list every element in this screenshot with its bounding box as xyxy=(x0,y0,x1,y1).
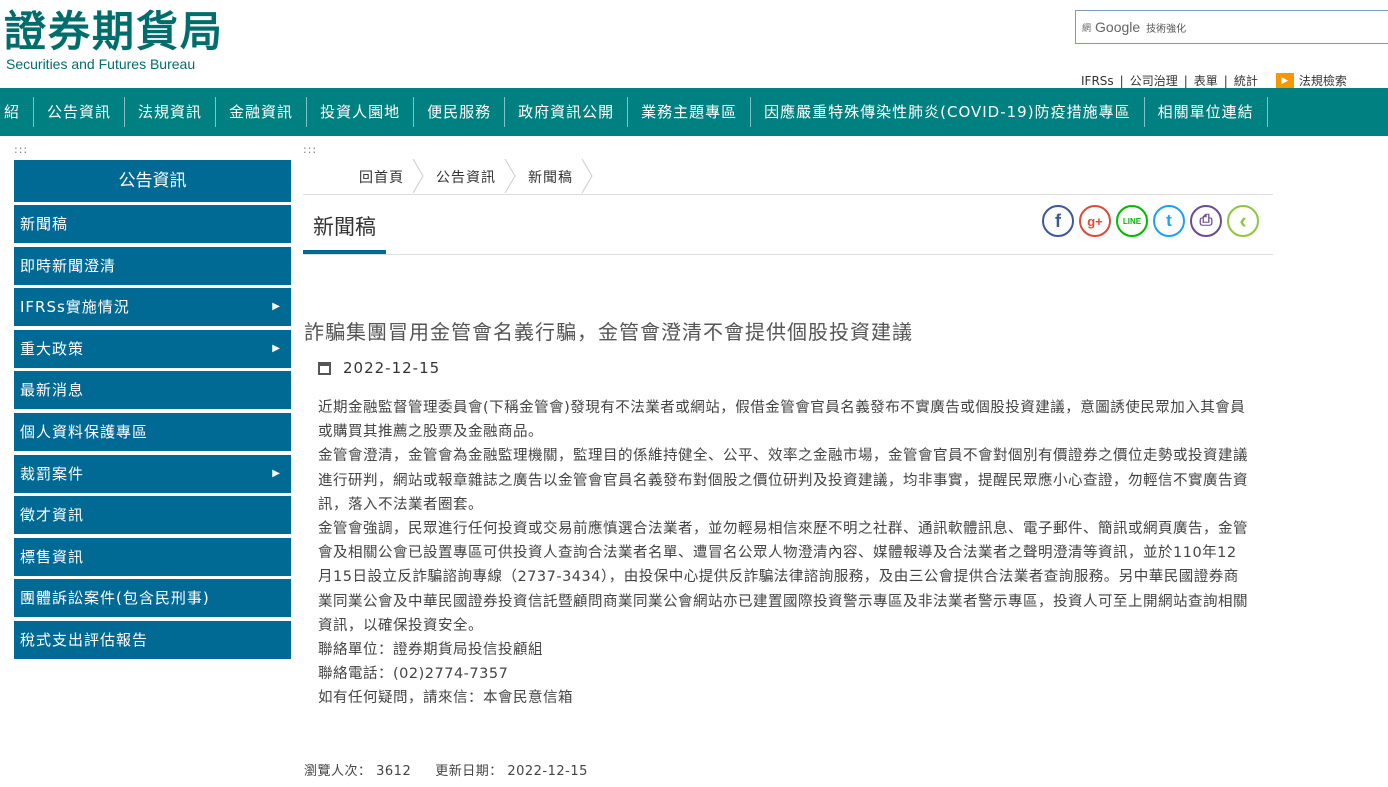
article-title: 詐騙集團冒用金管會名義行騙，金管會澄清不會提供個股投資建議 xyxy=(304,320,913,344)
sidebar-item-sanctions[interactable]: 裁罰案件 ▶ xyxy=(14,454,291,493)
article-paragraph: 金管會強調，民眾進行任何投資或交易前應慎選合法業者，並勿輕易相信來歷不明之社群、… xyxy=(318,521,1248,634)
toplink-corporate-governance[interactable]: 公司治理 xyxy=(1124,72,1184,89)
sidebar-item-label: IFRSs實施情況 xyxy=(20,298,130,317)
site-logo-english[interactable]: Securities and Futures Bureau xyxy=(6,56,195,72)
sidebar-item-latest-news[interactable]: 最新消息 xyxy=(14,371,291,410)
page-title: 新聞稿 xyxy=(303,212,386,254)
article-date-row: 2022-12-15 xyxy=(318,359,440,377)
sidebar-item-major-policy[interactable]: 重大政策 ▶ xyxy=(14,329,291,368)
nav-item-intro[interactable]: 紹 xyxy=(0,97,35,127)
contact-unit: 聯絡單位：證券期貨局投信投顧組 xyxy=(318,642,543,659)
update-date: 更新日期： 2022-12-15 xyxy=(435,764,588,779)
sidebar-item-label: 徵才資訊 xyxy=(20,506,85,525)
article-paragraph: 近期金融監督管理委員會(下稱金管會)發現有不法業者或網站，假借金管會官員名義發布… xyxy=(318,400,1246,441)
sidebar-menu: 新聞稿 即時新聞澄清 IFRSs實施情況 ▶ 重大政策 ▶ 最新消息 個人資料保護專… xyxy=(14,205,291,663)
law-search-label: 法規檢索 xyxy=(1298,74,1347,88)
google-brand: Google xyxy=(1095,19,1141,35)
print-icon[interactable]: ⎙ xyxy=(1190,205,1222,237)
sidebar-heading: 公告資訊 xyxy=(14,160,291,202)
sidebar-item-label: 個人資料保護專區 xyxy=(20,422,149,441)
sidebar-item-tax-report[interactable]: 稅式支出評估報告 xyxy=(14,620,291,659)
sidebar-item-recruitment[interactable]: 徵才資訊 xyxy=(14,496,291,535)
facebook-icon[interactable]: f xyxy=(1042,205,1074,237)
sidebar-item-label: 標售資訊 xyxy=(20,547,85,566)
article-date: 2022-12-15 xyxy=(343,359,441,377)
nav-item-investor-area[interactable]: 投資人園地 xyxy=(307,97,415,127)
back-icon[interactable]: ‹ xyxy=(1227,205,1259,237)
nav-item-related-links[interactable]: 相關單位連結 xyxy=(1145,97,1268,127)
search-suffix: 技術強化 xyxy=(1146,23,1187,35)
sidebar-item-label: 重大政策 xyxy=(20,339,85,358)
search-prefix: 網 xyxy=(1082,23,1092,34)
sidebar-item-label: 裁罰案件 xyxy=(20,464,85,483)
toplink-statistics[interactable]: 統計 xyxy=(1228,72,1264,89)
toplink-ifrss[interactable]: IFRSs xyxy=(1075,74,1120,88)
law-search-link[interactable]: ▶ 法規檢索 xyxy=(1275,72,1347,89)
sidebar-item-label: 團體訴訟案件(包含民刑事) xyxy=(20,589,210,608)
line-icon[interactable]: LINE xyxy=(1116,205,1148,237)
breadcrumb-current[interactable]: 新聞稿 xyxy=(522,159,599,193)
nav-item-government-info[interactable]: 政府資訊公開 xyxy=(505,97,629,127)
sidebar-item-label: 最新消息 xyxy=(20,381,85,400)
top-links: IFRSs | 公司治理 | 表單 | 統計 ▶ 法規檢索 xyxy=(1075,72,1347,89)
caret-right-icon: ▶ xyxy=(272,342,281,354)
twitter-icon[interactable]: t xyxy=(1153,205,1185,237)
arrow-right-icon: ▶ xyxy=(1275,72,1294,89)
article-body: 近期金融監督管理委員會(下稱金管會)發現有不法業者或網站，假借金管會官員名義發布… xyxy=(318,396,1248,711)
caret-right-icon: ▶ xyxy=(272,301,281,313)
breadcrumb-label: 回首頁 xyxy=(359,170,404,186)
nav-item-financial-info[interactable]: 金融資訊 xyxy=(216,97,308,127)
nav-item-announcements[interactable]: 公告資訊 xyxy=(34,97,126,127)
page-title-bar: 新聞稿 f g+ LINE t ⎙ ‹ xyxy=(303,200,1273,255)
accesskey-sidebar[interactable]: ::: xyxy=(14,143,28,156)
nav-item-topics[interactable]: 業務主題專區 xyxy=(628,97,752,127)
calendar-icon xyxy=(318,361,331,375)
sidebar-item-litigation[interactable]: 團體訴訟案件(包含民刑事) xyxy=(14,579,291,618)
chevron-right-icon xyxy=(504,159,516,193)
accesskey-main[interactable]: ::: xyxy=(303,143,317,156)
chevron-right-icon xyxy=(581,159,593,193)
contact-mailbox[interactable]: 如有任何疑問，請來信：本會民意信箱 xyxy=(318,686,1248,710)
nav-item-covid19[interactable]: 因應嚴重特殊傳染性肺炎(COVID-19)防疫措施專區 xyxy=(751,97,1145,127)
search-input[interactable]: 網 Google 技術強化 xyxy=(1075,10,1388,44)
share-toolbar: f g+ LINE t ⎙ ‹ xyxy=(1042,205,1259,237)
site-logo[interactable]: 證券期貨局 xyxy=(4,8,224,56)
chevron-right-icon xyxy=(412,159,424,193)
view-count: 瀏覽人次： 3612 xyxy=(304,764,412,779)
sidebar-item-ifrss[interactable]: IFRSs實施情況 ▶ xyxy=(14,288,291,327)
breadcrumb-home[interactable]: 回首頁 xyxy=(359,159,430,193)
sidebar-item-tender[interactable]: 標售資訊 xyxy=(14,537,291,576)
toplink-forms[interactable]: 表單 xyxy=(1188,72,1224,89)
nav-item-services[interactable]: 便民服務 xyxy=(414,97,506,127)
main-nav: 紹 公告資訊 法規資訊 金融資訊 投資人園地 便民服務 政府資訊公開 業務主題專… xyxy=(0,88,1388,136)
page-stats: 瀏覽人次： 3612 更新日期： 2022-12-15 xyxy=(304,760,588,779)
nav-item-regulations[interactable]: 法規資訊 xyxy=(125,97,217,127)
breadcrumb: 回首頁 公告資訊 新聞稿 xyxy=(303,159,1273,195)
sidebar-item-label: 稅式支出評估報告 xyxy=(20,630,149,649)
sidebar-item-news-clarification[interactable]: 即時新聞澄清 xyxy=(14,246,291,285)
sidebar-item-label: 新聞稿 xyxy=(20,215,69,233)
sidebar-item-label: 即時新聞澄清 xyxy=(20,256,117,275)
article-paragraph: 金管會澄清，金管會為金融監理機關，監理目的係維持健全、公平、效率之金融市場，金管… xyxy=(318,448,1248,513)
breadcrumb-label: 新聞稿 xyxy=(528,170,573,186)
sidebar-item-press-release[interactable]: 新聞稿 xyxy=(14,205,291,243)
caret-right-icon: ▶ xyxy=(272,467,281,479)
breadcrumb-announcements[interactable]: 公告資訊 xyxy=(430,159,522,193)
breadcrumb-label: 公告資訊 xyxy=(436,170,496,186)
sidebar-item-personal-data[interactable]: 個人資料保護專區 xyxy=(14,412,291,451)
contact-phone: 聯絡電話：(02)2774-7357 xyxy=(318,666,509,683)
google-plus-icon[interactable]: g+ xyxy=(1079,205,1111,237)
